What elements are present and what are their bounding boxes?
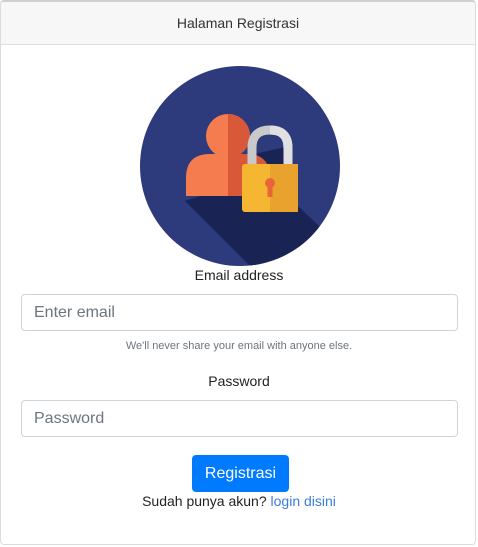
login-link[interactable]: login disini: [271, 493, 336, 509]
page-title: Halaman Registrasi: [176, 15, 300, 31]
login-prompt: Sudah punya akun? login disini: [1, 493, 475, 509]
card-header: Halaman Registrasi: [1, 2, 475, 45]
email-label: Email address: [194, 267, 284, 283]
user-lock-icon: [140, 66, 340, 266]
login-prompt-text: Sudah punya akun?: [142, 493, 267, 509]
password-label: Password: [208, 373, 270, 389]
password-field[interactable]: [21, 400, 458, 437]
email-field[interactable]: [21, 294, 458, 331]
register-button[interactable]: Registrasi: [192, 455, 289, 492]
email-help-text: We'll never share your email with anyone…: [125, 340, 353, 352]
registration-card: Halaman Registrasi Email address Enter e…: [0, 0, 476, 545]
